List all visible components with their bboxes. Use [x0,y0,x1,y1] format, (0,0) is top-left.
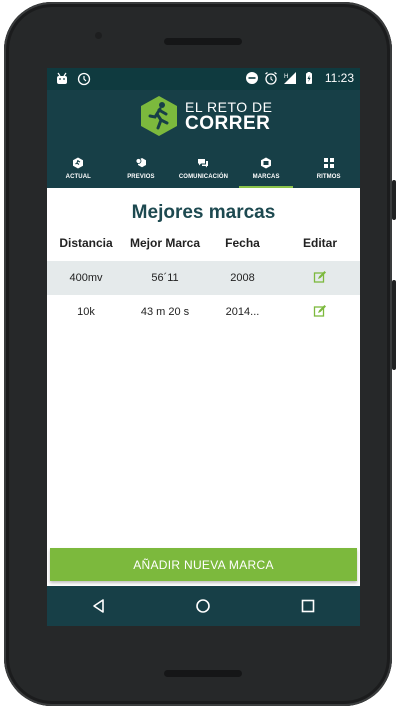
tab-previos[interactable]: PREVIOS [110,148,173,188]
home-icon [196,599,211,613]
add-new-record-button[interactable]: AÑADIR NUEVA MARCA [50,548,357,581]
signal-icon: H [283,72,296,84]
nav-back-button[interactable] [79,591,119,621]
table-header: Distancia Mejor Marca Fecha Editar [47,236,360,258]
system-nav-bar [47,586,360,626]
table-row: 10k 43 m 20 s 2014... [47,295,360,329]
logo-line1: EL RETO DE [185,98,273,115]
grid-icon [323,157,334,168]
do-not-disturb-icon [245,72,258,84]
cell-best: 56´11 [151,272,179,284]
column-header-best: Mejor Marca [129,236,201,250]
records-content: Mejores marcas Distancia Mejor Marca Fec… [47,188,360,586]
front-camera [95,32,102,39]
phone-frame: H 11:23 EL RETO DE CORRER ACTUAL PREVIOS… [4,2,392,706]
nav-recents-button[interactable] [288,591,328,621]
tab-actual[interactable]: ACTUAL [47,148,110,188]
edit-icon[interactable] [313,270,327,284]
column-header-distance: Distancia [59,236,113,250]
column-header-edit: Editar [302,236,337,250]
column-header-date: Fecha [225,236,260,250]
status-bar: H 11:23 [47,68,360,90]
tab-label: PREVIOS [127,173,155,180]
volume-button [392,280,396,370]
history-icon [135,157,146,167]
tab-comunicacion[interactable]: COMUNICACIÓN [172,148,235,188]
battery-icon [305,72,312,84]
cell-date: 2008 [230,272,255,284]
cell-distance: 400mv [69,272,103,284]
cell-edit [280,270,360,287]
cell-edit [280,304,360,321]
edit-icon[interactable] [313,304,327,318]
tab-label: RITMOS [316,173,341,180]
earpiece-speaker [164,38,242,45]
svg-text:H: H [284,74,288,80]
page-title: Mejores marcas [131,202,276,223]
bottom-speaker [164,670,242,677]
tab-ritmos[interactable]: RITMOS [297,148,360,188]
runner-icon [73,157,84,168]
runner-logo-icon [141,96,177,136]
tab-label: MARCAS [252,173,280,180]
tab-marcas[interactable]: MARCAS [235,148,298,188]
android-icon [57,72,67,84]
tab-label: ACTUAL [65,173,91,180]
cell-best: 43 m 20 s [140,306,190,318]
table-row: 400mv 56´11 2008 [47,261,360,295]
chat-icon [198,158,209,167]
nav-home-button[interactable] [183,591,223,621]
back-icon [93,599,104,613]
logo-line2: CORRER [185,112,271,134]
screen: H 11:23 EL RETO DE CORRER ACTUAL PREVIOS… [47,68,360,626]
medal-icon [261,157,272,168]
tab-label: COMUNICACIÓN [178,173,229,180]
recents-icon [301,599,315,613]
app-logo: EL RETO DE CORRER [139,95,272,137]
clock-icon [77,72,91,86]
status-time: 11:23 [324,71,354,85]
alarm-icon [264,72,277,85]
cell-date: 2014... [225,306,260,318]
app-header: EL RETO DE CORRER [47,90,360,148]
tab-bar: ACTUAL PREVIOS COMUNICACIÓN MARCAS RITMO… [47,148,360,188]
power-button [392,180,396,220]
cell-distance: 10k [77,306,95,318]
